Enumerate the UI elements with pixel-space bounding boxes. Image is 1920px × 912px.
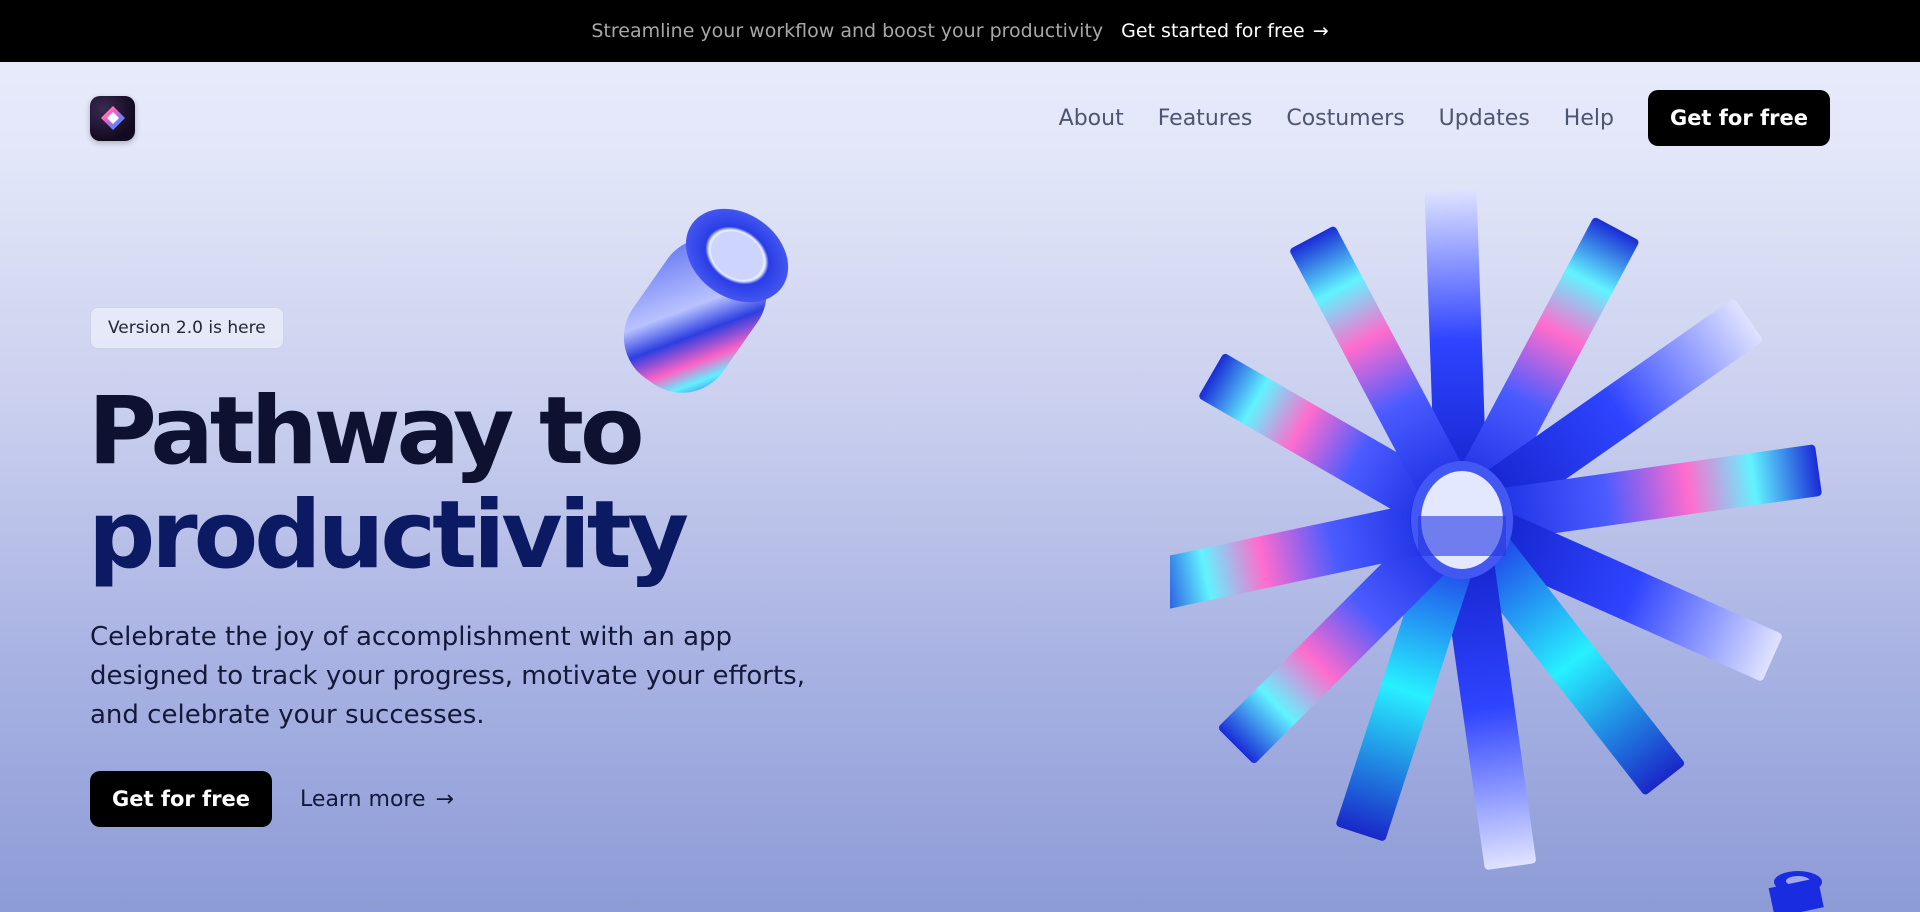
arrow-right-icon: → bbox=[435, 786, 454, 812]
announcement-link-label: Get started for free bbox=[1121, 20, 1305, 42]
nav-get-for-free-button[interactable]: Get for free bbox=[1647, 90, 1830, 146]
learn-more-link[interactable]: Learn more → bbox=[300, 787, 454, 812]
announcement-link[interactable]: Get started for free → bbox=[1121, 20, 1329, 42]
nav-link-costumers[interactable]: Costumers bbox=[1286, 106, 1404, 131]
logo-diamond-graphic bbox=[100, 106, 125, 130]
top-nav: About Features Costumers Updates Help Ge… bbox=[90, 90, 1830, 146]
starburst-3d-illustration bbox=[1170, 189, 1822, 870]
hero-cta-row: Get for free Learn more → bbox=[90, 771, 454, 827]
announcement-bar: Streamline your workflow and boost your … bbox=[0, 0, 1920, 62]
diamond-logo-icon[interactable] bbox=[90, 95, 135, 141]
hero-get-for-free-button[interactable]: Get for free bbox=[90, 771, 273, 827]
hero-subcopy: Celebrate the joy of accomplishment with… bbox=[90, 622, 805, 730]
nav-link-help[interactable]: Help bbox=[1564, 106, 1614, 131]
nav-link-about[interactable]: About bbox=[1059, 106, 1124, 131]
headline-line-1: Pathway to bbox=[88, 377, 645, 486]
hero-headline: Pathway to productivity bbox=[88, 380, 808, 588]
nav-link-updates[interactable]: Updates bbox=[1439, 106, 1530, 131]
arrow-right-icon: → bbox=[1312, 20, 1329, 42]
headline-line-2: productivity bbox=[88, 481, 689, 590]
version-badge: Version 2.0 is here bbox=[90, 307, 284, 349]
announcement-text: Streamline your workflow and boost your … bbox=[591, 20, 1104, 42]
nav-links: About Features Costumers Updates Help Ge… bbox=[1059, 90, 1830, 146]
nav-link-features[interactable]: Features bbox=[1158, 106, 1253, 131]
small-ring-illustration bbox=[1768, 871, 1824, 912]
learn-more-label: Learn more bbox=[300, 786, 426, 812]
